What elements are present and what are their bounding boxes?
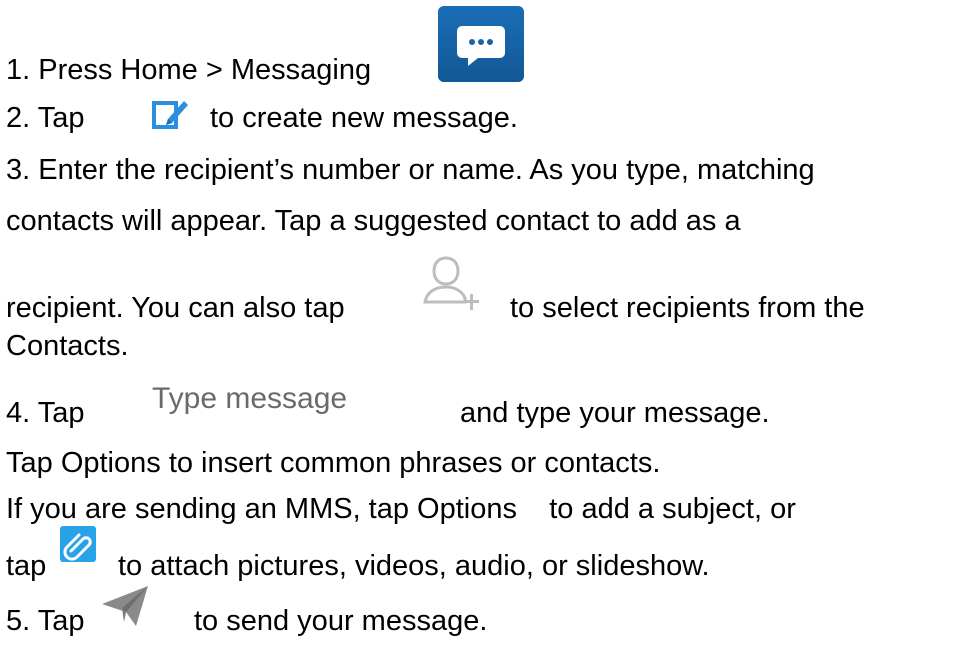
type-message-field: Type message <box>152 382 348 415</box>
step-4-line-3: If you are sending an MMS, tap Options t… <box>6 493 796 525</box>
send-icon <box>96 580 156 632</box>
step-4-line-4-suffix: to attach pictures, videos, audio, or sl… <box>118 550 710 582</box>
step-4-suffix: and type your message. <box>460 397 770 429</box>
step-2-suffix: to create new message. <box>210 102 518 134</box>
step-1-text: 1. Press Home > Messaging <box>6 54 372 86</box>
step-4-line-2: Tap Options to insert common phrases or … <box>6 447 661 479</box>
step-3-line-1: 3. Enter the recipient’s number or name.… <box>6 154 815 186</box>
paperclip-icon <box>60 526 96 562</box>
step-3-line-2: contacts will appear. Tap a suggested co… <box>6 205 741 237</box>
step-5-prefix: 5. Tap <box>6 605 85 637</box>
step-3-line-3-prefix: recipient. You can also tap <box>6 292 345 324</box>
messaging-app-icon <box>438 6 524 82</box>
compose-icon <box>150 97 190 133</box>
step-3-line-4: Contacts. <box>6 330 129 362</box>
step-5-suffix: to send your message. <box>194 605 488 637</box>
add-contact-icon <box>422 252 486 314</box>
step-4-line-4-prefix: tap <box>6 550 47 582</box>
step-3-line-3-suffix: to select recipients from the <box>510 292 865 324</box>
step-4-prefix: 4. Tap <box>6 397 85 429</box>
step-2-prefix: 2. Tap <box>6 102 85 134</box>
